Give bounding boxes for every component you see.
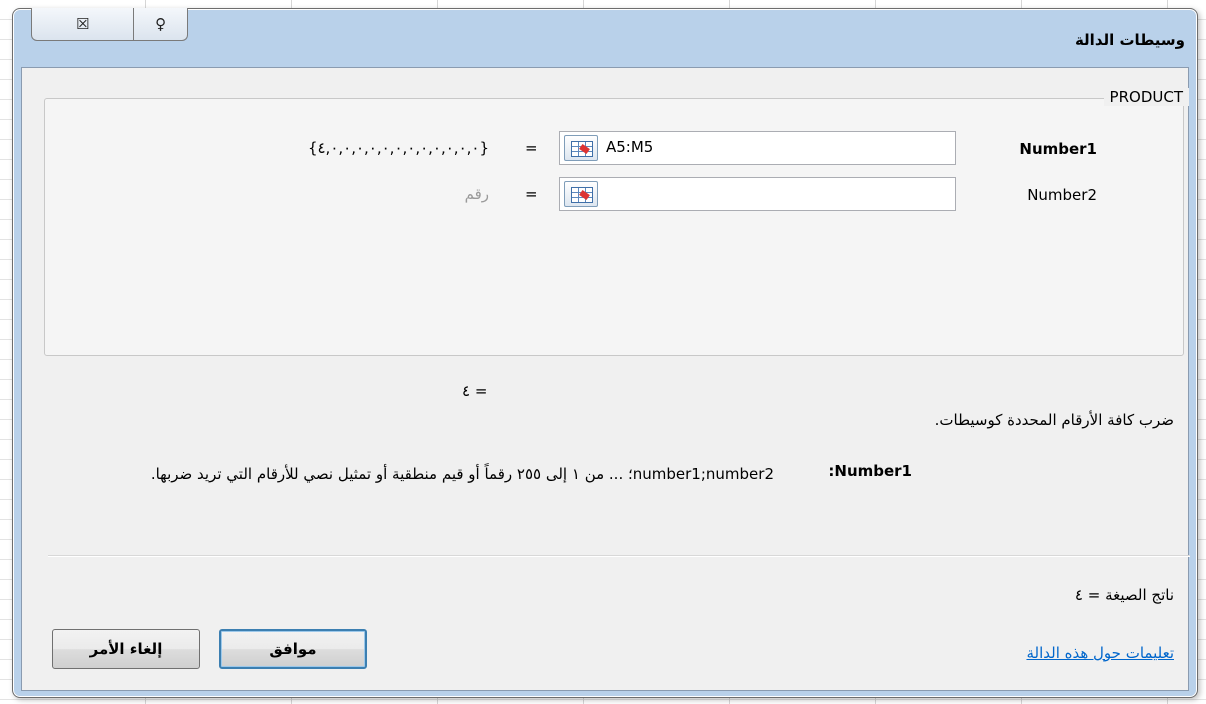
argument-label: Number2 [1027,186,1097,204]
argument-evaluated-value: {٤,٠,٠,٠,٠,٠,٠,٠,٠,٠,٠,٠,٠} [307,139,489,157]
function-result: = ٤ [462,382,488,400]
equals-sign: = [525,139,538,157]
equals-sign: = [525,185,538,203]
ok-button[interactable]: موافق [219,629,367,669]
argument-row-number2: Number2 = رقم [45,177,1183,213]
function-description: ضرب كافة الأرقام المحددة كوسيطات. [934,411,1174,429]
help-button[interactable]: ♀ [134,8,187,40]
argument-evaluated-value: رقم [464,185,489,203]
number2-input[interactable] [606,184,936,202]
argument-row-number1: Number1 = {٤,٠,٠,٠,٠,٠,٠,٠,٠,٠,٠,٠,٠} [45,131,1183,167]
argument-field[interactable] [559,177,956,211]
range-select-icon[interactable] [564,181,598,207]
number1-input[interactable] [606,138,936,156]
argument-help-text: number1;number2؛ ... من ١ إلى ٢٥٥ رقماً … [150,465,774,483]
range-select-icon[interactable] [564,135,598,161]
formula-result: ناتج الصيغة = ٤ [1074,586,1174,604]
divider [48,555,1190,557]
function-groupbox: PRODUCT Number1 = {٤,٠,٠,٠,٠,٠,٠,٠,٠,٠,٠… [44,88,1189,356]
help-icon: ♀ [155,15,167,33]
cancel-button[interactable]: إلغاء الأمر [52,629,200,669]
title-controls: ☒ ♀ [31,8,188,41]
argument-label: Number1 [1019,140,1097,158]
dialog-title: وسيطات الدالة [1074,31,1185,49]
function-arguments-dialog: ☒ ♀ وسيطات الدالة PRODUCT Number1 = {٤,٠… [12,8,1198,698]
close-icon: ☒ [75,15,90,33]
close-button[interactable]: ☒ [32,8,135,40]
argument-field[interactable] [559,131,956,165]
dialog-body: PRODUCT Number1 = {٤,٠,٠,٠,٠,٠,٠,٠,٠,٠,٠… [21,67,1190,691]
title-bar: ☒ ♀ وسيطات الدالة [13,8,1197,67]
help-on-function-link[interactable]: تعليمات حول هذه الدالة [1026,644,1174,662]
argument-help-name: :Number1 [828,462,912,480]
function-name: PRODUCT [1103,88,1189,106]
